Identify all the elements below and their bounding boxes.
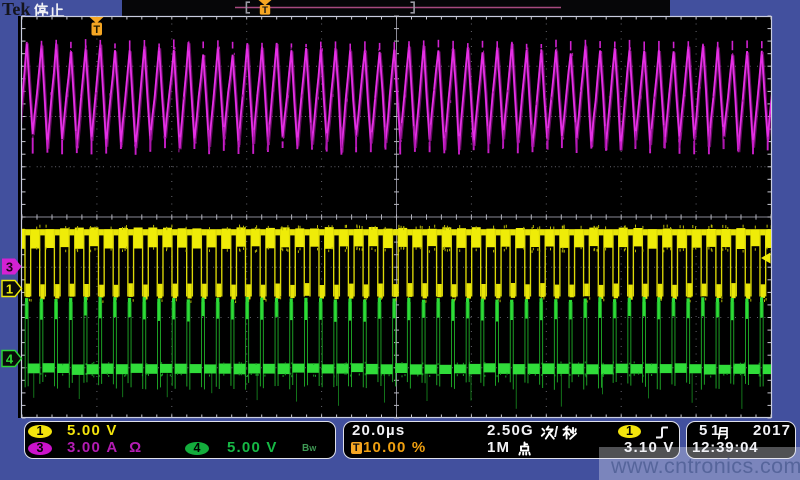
svg-text:T: T [93, 24, 100, 36]
svg-text:4: 4 [6, 352, 14, 367]
svg-text:3: 3 [6, 260, 13, 275]
svg-text:1: 1 [6, 282, 13, 297]
svg-text:T: T [262, 5, 268, 16]
